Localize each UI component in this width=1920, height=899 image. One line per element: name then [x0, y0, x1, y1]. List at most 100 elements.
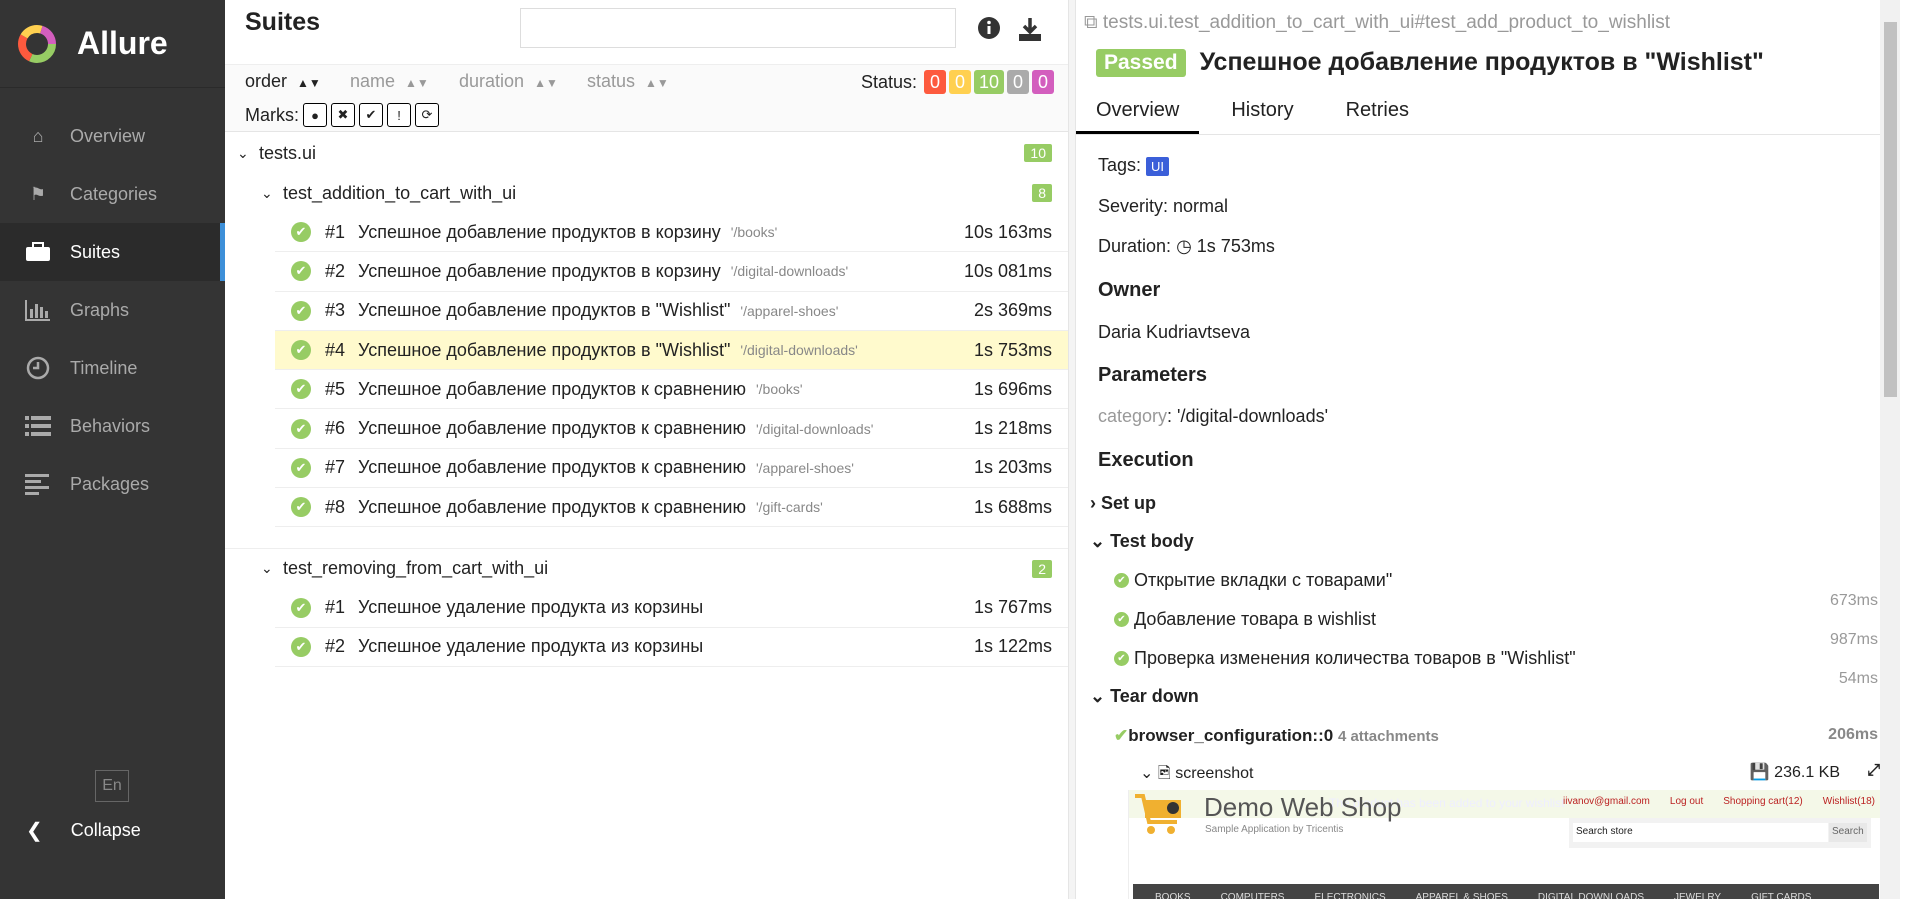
- parameter-value: : '/digital-downloads': [1167, 406, 1329, 426]
- shop-menu-item[interactable]: BOOKS: [1155, 892, 1191, 899]
- tab-retries[interactable]: Retries: [1326, 90, 1429, 134]
- download-icon[interactable]: [1017, 16, 1043, 42]
- suites-pane: Suites order ▲▼ name ▲▼ duration ▲▼ status ▲…: [225, 0, 1068, 899]
- teardown-section[interactable]: ⌄ Tear down: [1090, 686, 1199, 707]
- copy-icon[interactable]: ⧉: [1084, 12, 1098, 33]
- test-duration: 2s 369ms: [973, 300, 1052, 321]
- check-circle-icon[interactable]: ✔: [359, 103, 383, 127]
- sidebar-item-packages[interactable]: Packages: [0, 455, 225, 513]
- test-row[interactable]: ✔ #1 Успешное удаление продукта из корзины…: [275, 588, 1068, 628]
- test-row[interactable]: ✔ #8 Успешное добавление продуктов к сравн…: [275, 488, 1068, 528]
- test-row[interactable]: ✔ #6 Успешное добавление продуктов к сравн…: [275, 409, 1068, 449]
- bomb-icon[interactable]: ●: [303, 103, 327, 127]
- sidebar-item-overview[interactable]: ⌂ Overview: [0, 107, 225, 165]
- suite-node[interactable]: ⌄ test_removing_from_cart_with_ui 2: [225, 548, 1068, 588]
- shop-menu-item[interactable]: COMPUTERS: [1221, 892, 1285, 899]
- detail-scrollbar[interactable]: [1880, 0, 1900, 899]
- sidebar-item-label: Timeline: [70, 357, 138, 378]
- duration-label: Duration:: [1098, 236, 1172, 256]
- sort-duration[interactable]: duration ▲▼: [459, 71, 558, 92]
- sort-status[interactable]: status ▲▼: [587, 71, 669, 92]
- parameters-heading: Parameters: [1098, 364, 1207, 386]
- fixture-row[interactable]: ✔browser_configuration::0 4 attachments 2…: [1114, 726, 1878, 746]
- test-param: '/apparel-shoes': [740, 302, 839, 319]
- test-row[interactable]: ✔ #2 Успешное удаление продукта из корзины…: [275, 628, 1068, 667]
- step[interactable]: ✔ Открытие вкладки с товарами": [1114, 570, 1392, 591]
- test-duration: 1s 218ms: [973, 418, 1052, 439]
- info-icon[interactable]: [977, 16, 1003, 42]
- test-row[interactable]: ✔ #3 Успешное добавление продуктов в "Wish…: [275, 292, 1068, 331]
- shop-menu-item[interactable]: DIGITAL DOWNLOADS: [1538, 892, 1644, 899]
- sort-label: order: [245, 71, 288, 91]
- status-failed-toggle[interactable]: 0: [923, 70, 946, 94]
- logo[interactable]: Allure: [0, 0, 225, 88]
- detail-tabs: Overview History Retries: [1076, 90, 1900, 135]
- sidebar-item-categories[interactable]: ⚑ Categories: [0, 165, 225, 223]
- expand-icon[interactable]: ⤢: [1867, 762, 1880, 780]
- test-number: #4: [325, 339, 346, 360]
- shop-search-button[interactable]: Search: [1829, 823, 1867, 842]
- shop-search-input[interactable]: Search store: [1573, 823, 1828, 842]
- shop-menu-item[interactable]: JEWELRY: [1674, 892, 1721, 899]
- tab-overview[interactable]: Overview: [1076, 90, 1200, 134]
- status-broken-toggle[interactable]: 0: [948, 70, 971, 94]
- shop-link[interactable]: Log out: [1670, 796, 1703, 807]
- test-row[interactable]: ✔ #1 Успешное добавление продуктов в корзи…: [275, 213, 1068, 253]
- test-body-section[interactable]: ⌄ Test body: [1090, 531, 1194, 552]
- attachment-row[interactable]: ⌄ 🖻 screenshot 💾 236.1 KB ⤢: [1140, 762, 1880, 789]
- screenshot-preview[interactable]: The product has been added to your wishl…: [1128, 790, 1893, 899]
- shop-link[interactable]: Shopping cart(12): [1723, 796, 1803, 807]
- pane-splitter[interactable]: [1068, 0, 1076, 899]
- sidebar-item-label: Behaviors: [70, 415, 151, 436]
- status-unknown-toggle[interactable]: 0: [1032, 70, 1054, 94]
- save-icon[interactable]: 💾: [1750, 764, 1770, 781]
- tab-history[interactable]: History: [1211, 90, 1313, 134]
- test-row[interactable]: ✔ #7 Успешное добавление продуктов к сравн…: [275, 449, 1068, 489]
- test-name: Успешное добавление продуктов в корзину: [358, 260, 721, 281]
- sort-name[interactable]: name ▲▼: [350, 71, 429, 92]
- shop-menu-item[interactable]: APPAREL & SHOES: [1416, 892, 1508, 899]
- sort-order[interactable]: order ▲▼: [245, 71, 321, 92]
- language-button[interactable]: En: [95, 770, 129, 802]
- duration-value: 1s 753ms: [1196, 236, 1275, 256]
- test-name: Успешное добавление продуктов в "Wishlis…: [358, 300, 731, 321]
- test-duration: 10s 163ms: [963, 221, 1052, 242]
- setup-section[interactable]: › Set up: [1090, 493, 1156, 514]
- shop-link[interactable]: Wishlist(18): [1823, 796, 1875, 807]
- suite-name: test_removing_from_cart_with_ui: [283, 558, 549, 579]
- test-row[interactable]: ✔ #4 Успешное добавление продуктов в "Wish…: [275, 330, 1068, 371]
- test-param: '/apparel-shoes': [755, 459, 854, 476]
- times-circle-icon[interactable]: ✖: [331, 103, 355, 127]
- sidebar-item-label: Suites: [70, 241, 121, 262]
- search-input[interactable]: [520, 8, 956, 48]
- check-circle-icon: ✔: [1114, 651, 1129, 666]
- shop-menu-item[interactable]: GIFT CARDS: [1751, 892, 1811, 899]
- chevron-right-icon: ›: [1090, 493, 1096, 513]
- scrollbar-thumb[interactable]: [1884, 22, 1897, 397]
- status-passed-toggle[interactable]: 10: [973, 70, 1004, 94]
- image-file-icon: 🖻: [1157, 765, 1171, 782]
- sidebar-item-suites[interactable]: Suites: [0, 223, 225, 281]
- exclamation-icon[interactable]: !: [387, 103, 411, 127]
- sidebar-item-behaviors[interactable]: Behaviors: [0, 397, 225, 455]
- cart-logo-icon: [1133, 792, 1181, 834]
- test-duration: 1s 767ms: [973, 597, 1052, 618]
- suite-node[interactable]: ⌄ test_addition_to_cart_with_ui 8: [225, 173, 1068, 213]
- check-circle-icon: ✔: [291, 261, 311, 282]
- collapse-button[interactable]: ❮ Collapse: [26, 818, 141, 843]
- sidebar-item-graphs[interactable]: Graphs: [0, 281, 225, 339]
- count-badge: 8: [1032, 184, 1052, 202]
- test-row[interactable]: ✔ #5 Успешное добавление продуктов к сравн…: [275, 370, 1068, 410]
- suite-node[interactable]: ⌄ tests.ui 10: [225, 133, 1068, 173]
- step[interactable]: ✔ Добавление товара в wishlist: [1114, 609, 1376, 630]
- status-skipped-toggle[interactable]: 0: [1007, 70, 1029, 94]
- suites-toolbar: order ▲▼ name ▲▼ duration ▲▼ status ▲▼ Statu…: [225, 64, 1068, 132]
- step[interactable]: ✔ Проверка изменения количества товаров в…: [1114, 648, 1576, 669]
- sidebar-item-timeline[interactable]: Timeline: [0, 339, 225, 397]
- refresh-icon[interactable]: ⟳: [415, 103, 439, 127]
- shop-menu-item[interactable]: ELECTRONICS: [1314, 892, 1385, 899]
- test-param: '/books': [730, 224, 778, 241]
- shop-link[interactable]: iivanov@gmail.com: [1563, 796, 1650, 807]
- test-row[interactable]: ✔ #2 Успешное добавление продуктов в корзи…: [275, 252, 1068, 292]
- shop-subtitle: Sample Application by Tricentis: [1205, 824, 1344, 835]
